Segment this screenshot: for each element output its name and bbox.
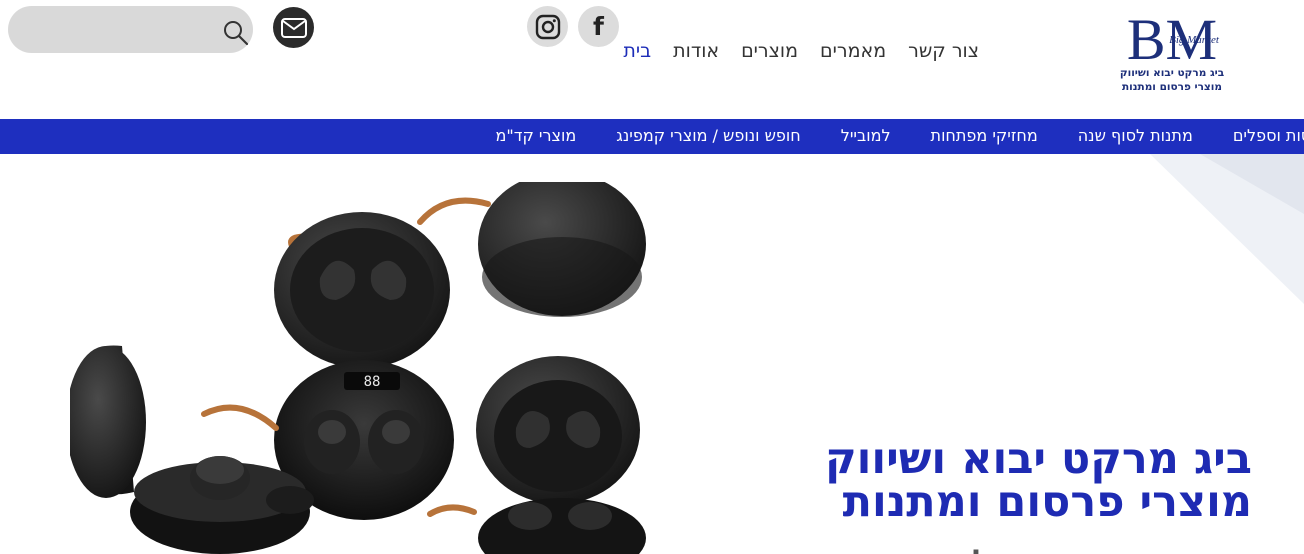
site-logo[interactable]: BM Big Market ביג מרקט יבוא ושיווק מוצרי… (1118, 9, 1226, 97)
hero-title: ביג מרקט יבוא ושיווק מוצרי פרסום ומתנות (825, 438, 1252, 524)
category-item-camping[interactable]: חופש ונופש / מוצרי קמפינג (596, 119, 820, 154)
nav-item-home[interactable]: בית (612, 37, 662, 65)
main-nav: בית אודות מוצרים מאמרים צור קשר (612, 37, 990, 65)
facebook-icon: f (593, 12, 604, 41)
logo-tagline-1: ביג מרקט יבוא ושיווק (1119, 67, 1225, 79)
mail-icon (280, 17, 307, 38)
search-icon[interactable] (222, 19, 250, 47)
hero-title-line-1: ביג מרקט יבוא ושיווק (824, 434, 1252, 484)
instagram-icon (535, 14, 560, 39)
site-header: f בית אודות מוצרים מאמרים צור קשר BM Big… (0, 0, 1304, 119)
category-item-year-end-gifts[interactable]: מתנות לסוף שנה (1058, 119, 1213, 154)
nav-item-contact[interactable]: צור קשר (897, 37, 990, 65)
nav-item-articles[interactable]: מאמרים (809, 37, 897, 65)
earbuds-product-image: 88 (70, 182, 646, 554)
search-bar (8, 6, 253, 53)
logo-mark: BM Big Market (1127, 9, 1220, 67)
instagram-link[interactable] (527, 6, 568, 47)
hero-banner: 88 ביג מרקט יבוא ושיווק מוצרי פרסום ומתנ… (0, 154, 1304, 554)
contact-mail-button[interactable] (273, 7, 314, 48)
nav-item-about[interactable]: אודות (662, 37, 730, 65)
nav-item-products[interactable]: מוצרים (730, 37, 809, 65)
category-item-mugs[interactable]: כוסות וספלים (1213, 119, 1304, 154)
category-item-mobile[interactable]: למובייל (821, 119, 911, 154)
category-item-promo[interactable]: מוצרי קד"מ (476, 119, 597, 154)
battery-display: 88 (364, 374, 381, 390)
search-input[interactable] (26, 18, 206, 42)
hero-subtitle: מתנות שמדברות אליך (946, 544, 1249, 554)
logo-script: Big Market (1169, 34, 1220, 46)
category-bar: מוצרי קד"מ חופש ונופש / מוצרי קמפינג למו… (0, 119, 1304, 154)
hero-title-line-2: מוצרי פרסום ומתנות (842, 477, 1252, 527)
category-item-keychains[interactable]: מחזיקי מפתחות (911, 119, 1058, 154)
logo-tagline-2: מוצרי פרסום ומתנות (1122, 81, 1222, 93)
